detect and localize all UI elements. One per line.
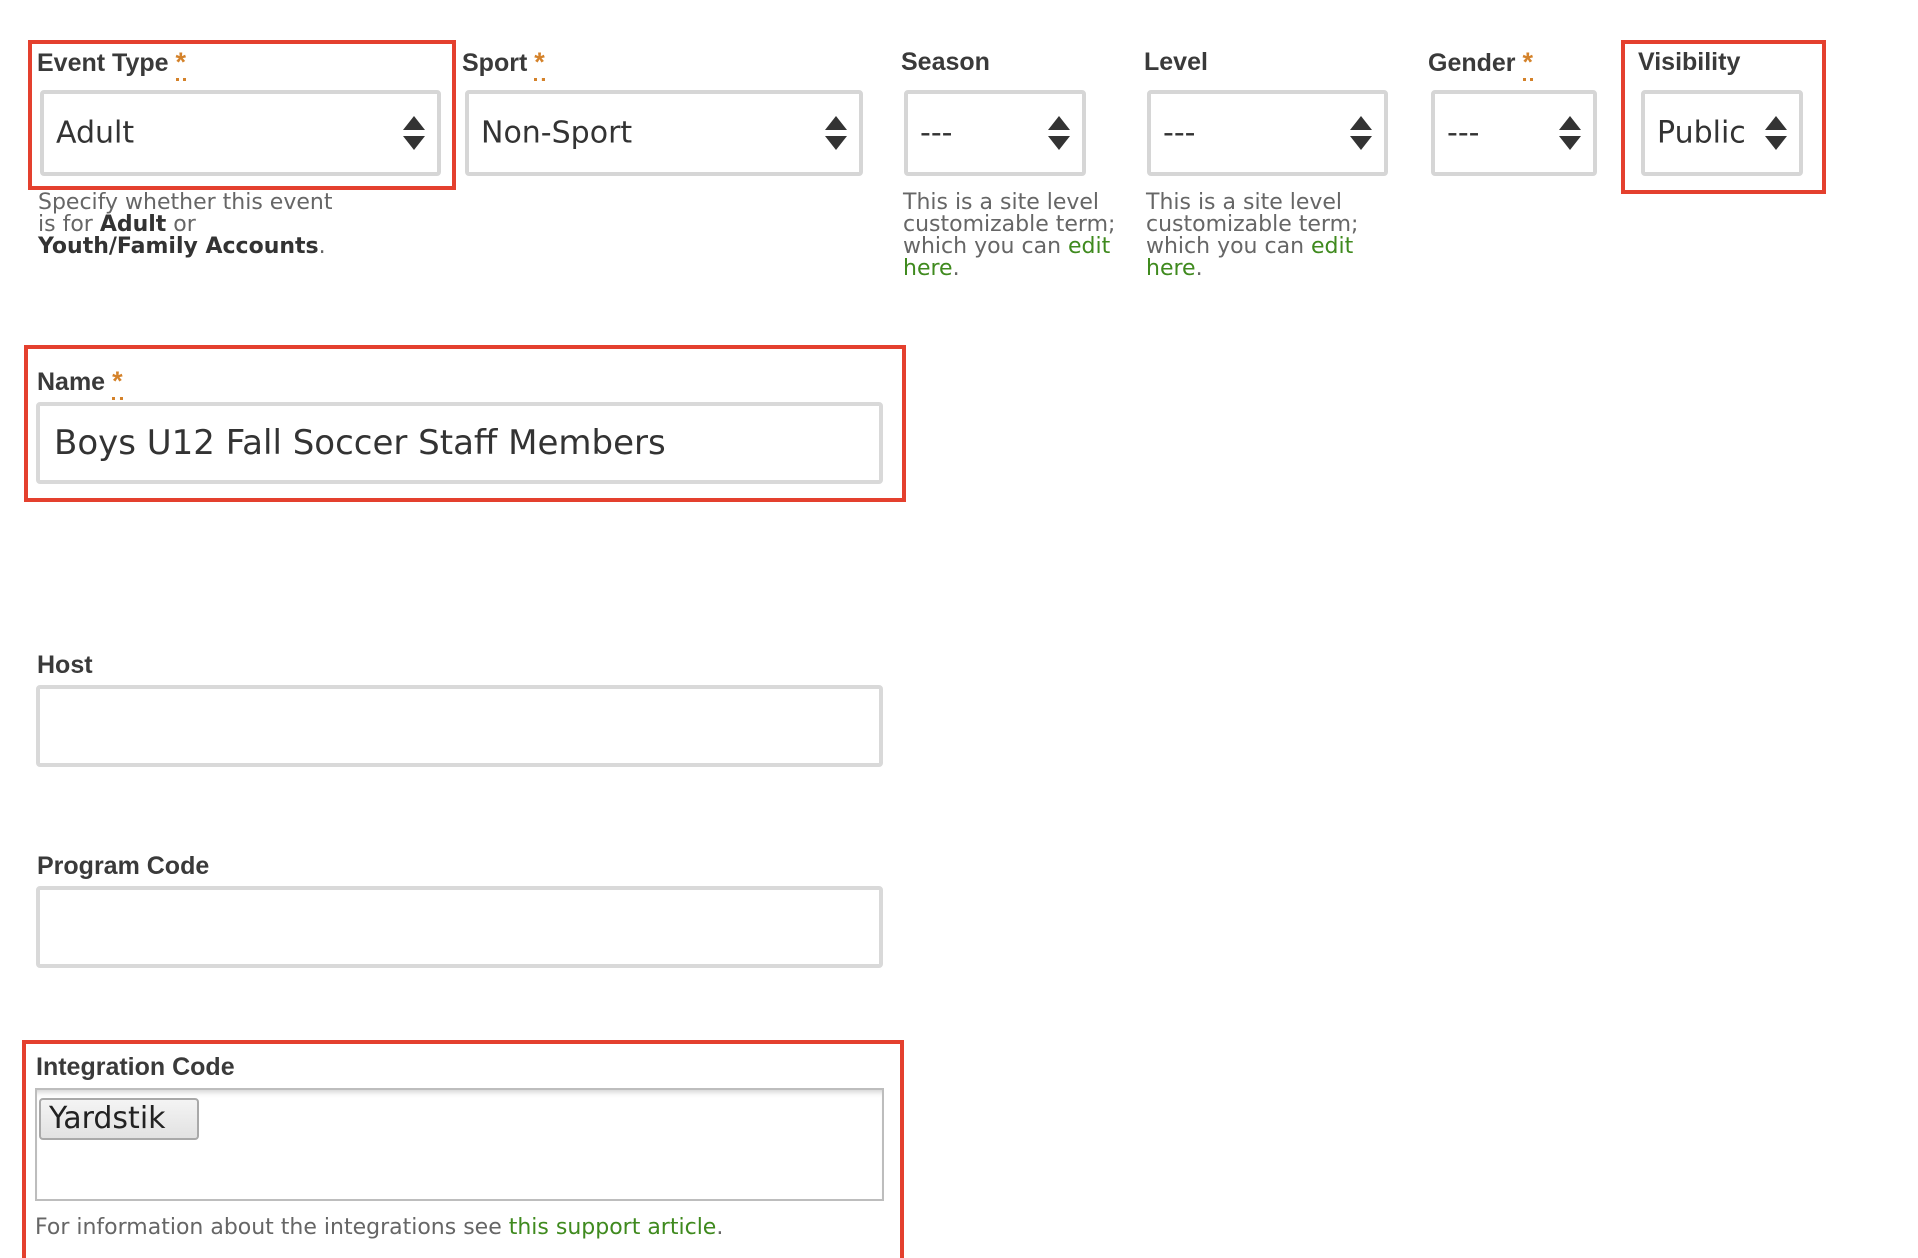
season-label: Season (901, 48, 990, 76)
season-value: --- (920, 115, 953, 151)
gender-select[interactable]: --- (1431, 90, 1597, 176)
event-type-help: Specify whether this event is for Adult … (38, 190, 333, 259)
host-input[interactable] (36, 685, 883, 767)
name-highlight (24, 345, 906, 502)
level-help: This is a site level customizable term; … (1146, 190, 1359, 281)
level-value: --- (1163, 115, 1196, 151)
sort-arrows-icon (1559, 116, 1581, 150)
required-mark: * (534, 47, 545, 81)
program-code-input[interactable] (36, 886, 883, 968)
sort-arrows-icon (825, 116, 847, 150)
sport-select[interactable]: Non-Sport (465, 90, 863, 176)
required-mark: * (1522, 47, 1534, 81)
sort-arrows-icon (1048, 116, 1070, 150)
event-type-highlight (28, 40, 456, 190)
season-select[interactable]: --- (904, 90, 1086, 176)
integration-code-highlight (22, 1040, 904, 1258)
program-code-label: Program Code (37, 852, 210, 880)
season-help: This is a site level customizable term; … (903, 190, 1116, 281)
level-select[interactable]: --- (1147, 90, 1388, 176)
sort-arrows-icon (1350, 116, 1372, 150)
gender-label: Gender * (1428, 47, 1534, 81)
sport-label: Sport * (462, 47, 545, 81)
host-label: Host (37, 651, 93, 679)
gender-value: --- (1447, 115, 1480, 151)
level-label: Level (1144, 48, 1208, 76)
sport-value: Non-Sport (481, 115, 633, 151)
visibility-highlight (1621, 40, 1826, 194)
